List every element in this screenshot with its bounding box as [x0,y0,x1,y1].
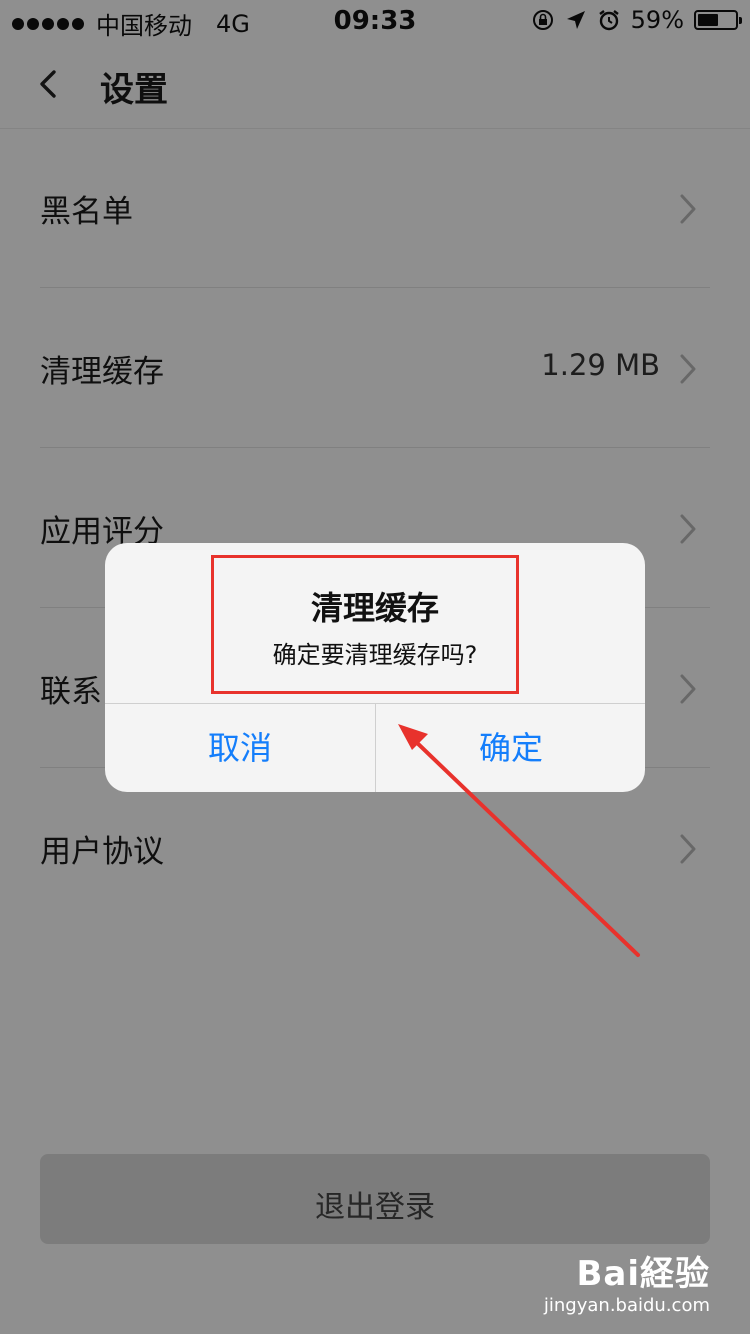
annotation-arrow-icon [398,724,640,957]
watermark-brand: Bai経验 [576,1254,710,1294]
baidu-jingyan-watermark: Bai経验 jingyan.baidu.com [544,1246,710,1316]
watermark-url: jingyan.baidu.com [543,1295,710,1316]
